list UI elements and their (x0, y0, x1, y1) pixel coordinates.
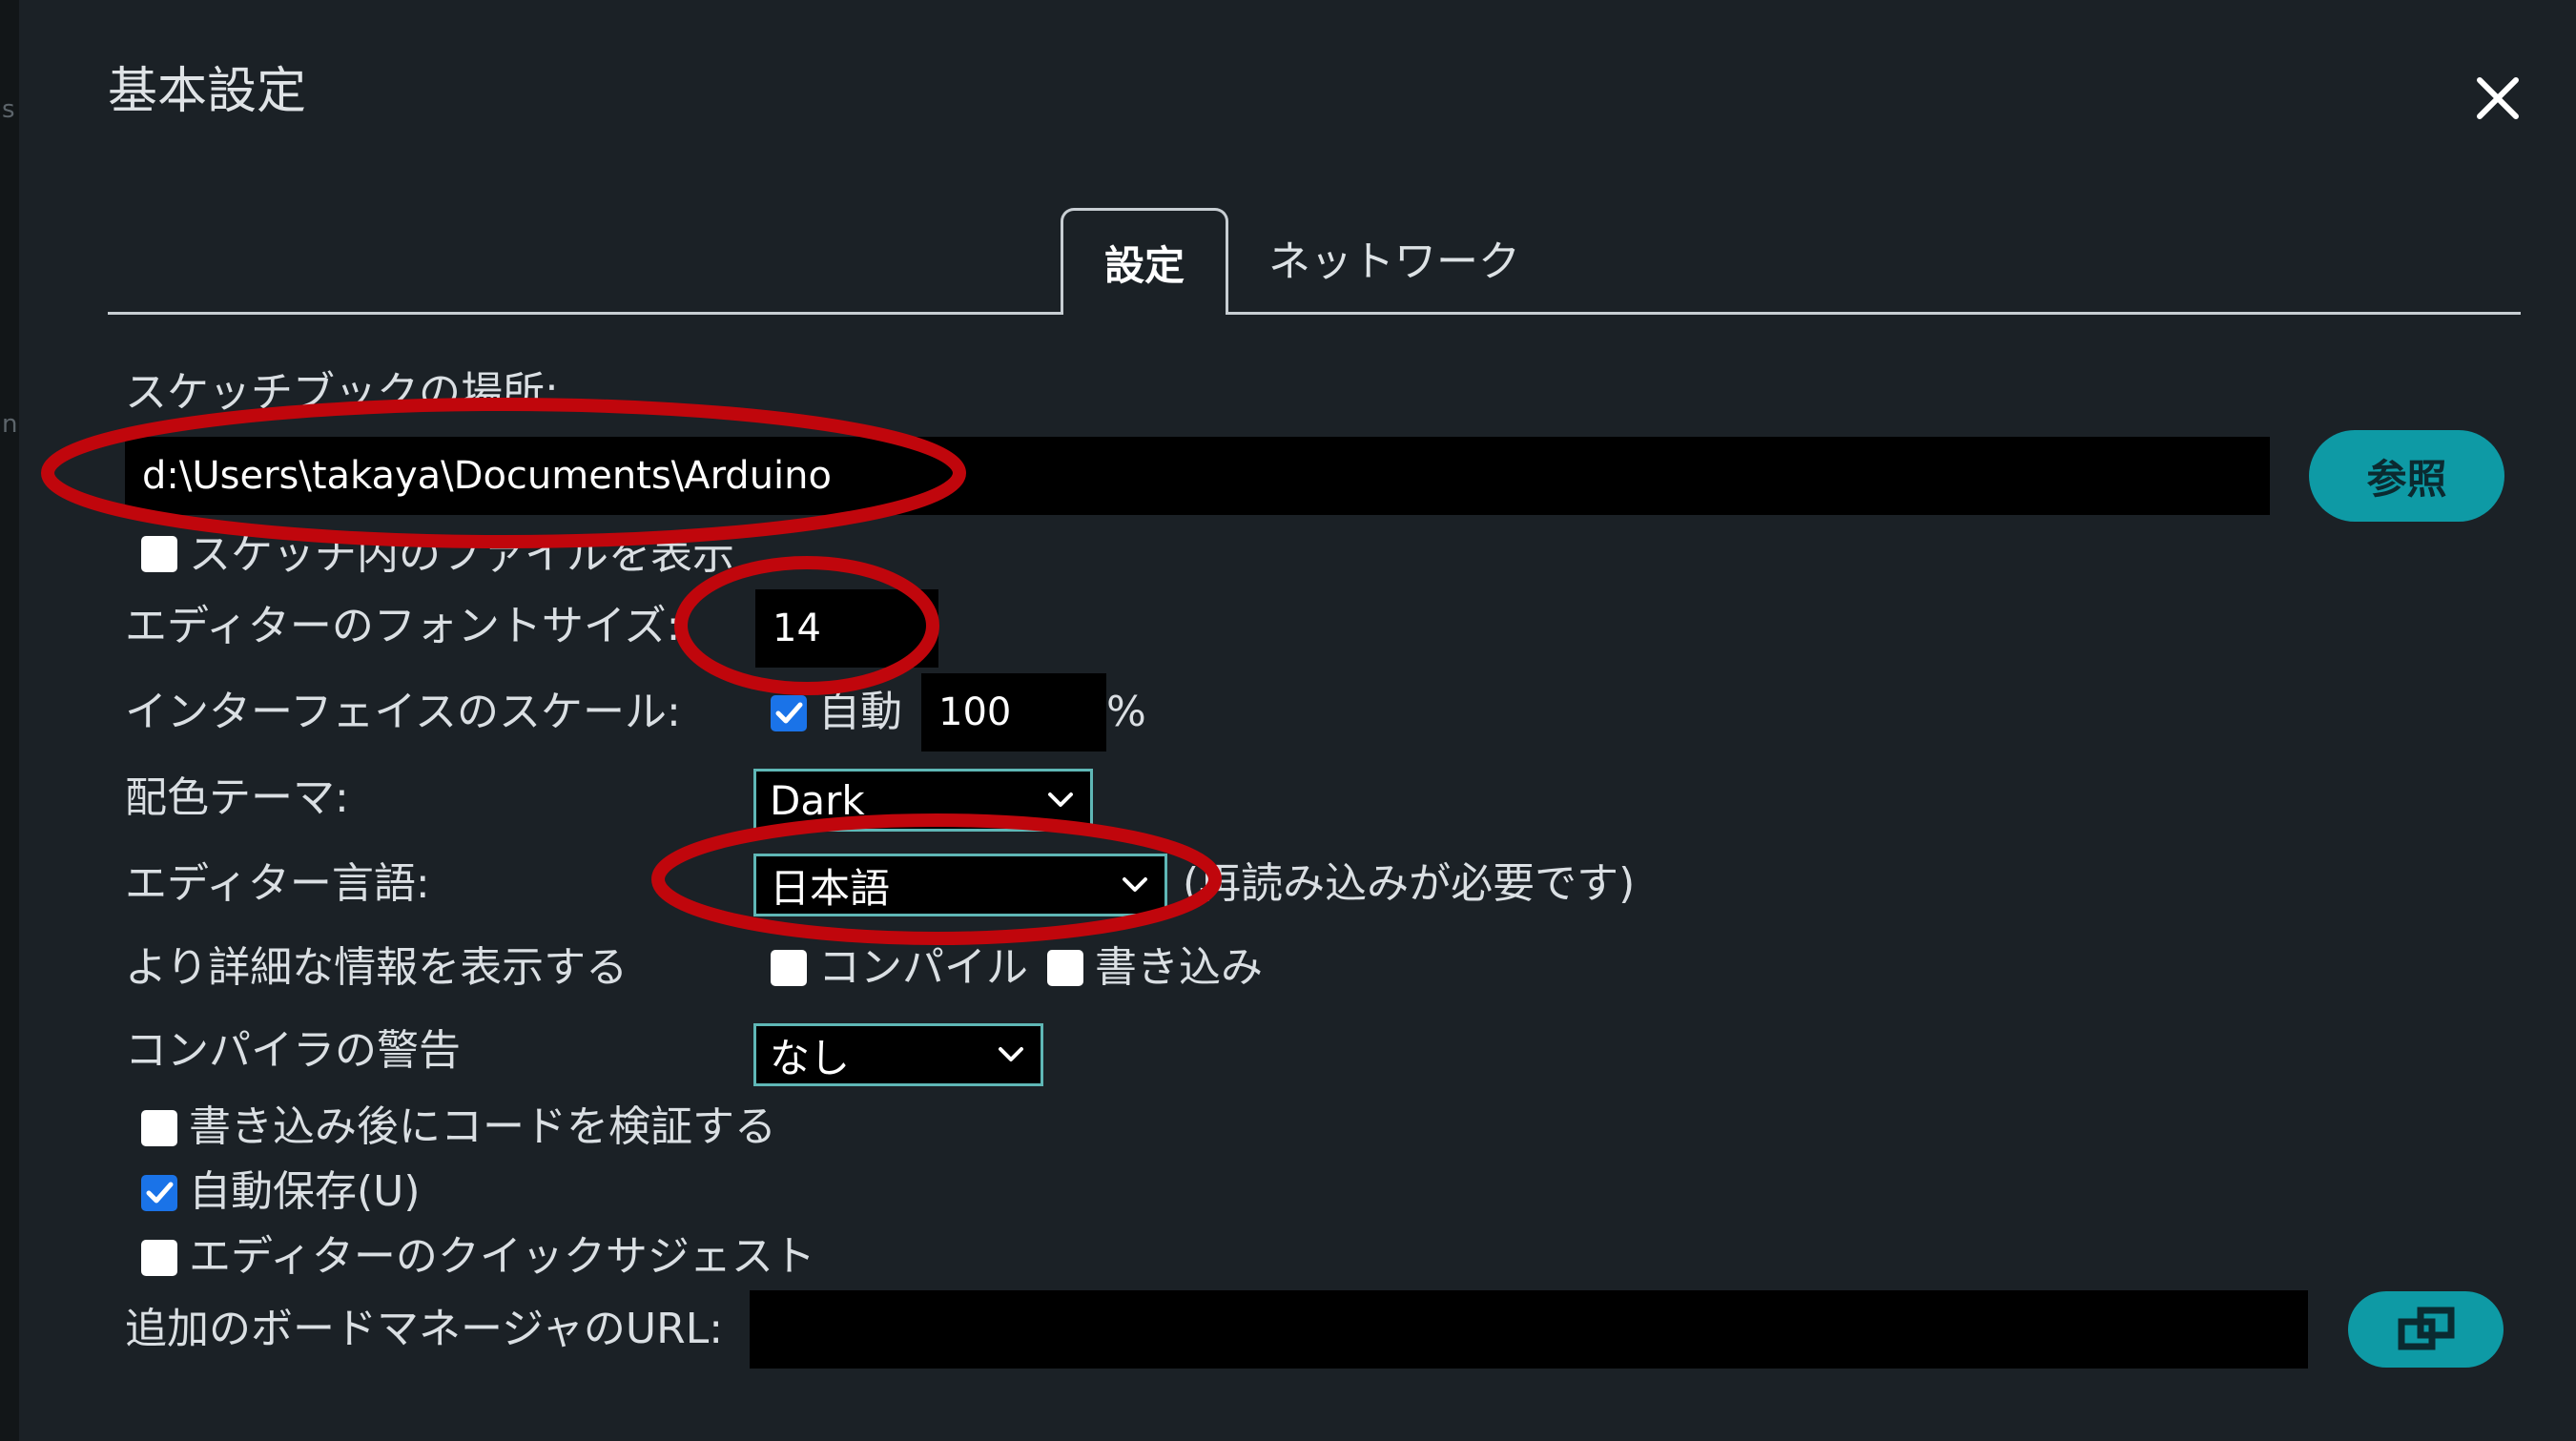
scale-unit: % (1106, 688, 1146, 736)
background-text: n (2, 410, 18, 439)
checkmark-icon (146, 1182, 174, 1204)
show-files-checkbox[interactable] (141, 536, 177, 572)
font-size-label: エディターのフォントサイズ: (125, 602, 681, 650)
chevron-down-icon (999, 1047, 1023, 1061)
open-window-icon (2398, 1307, 2454, 1350)
verbose-upload-checkbox[interactable] (1047, 950, 1083, 986)
quick-suggest-label: エディターのクイックサジェスト (189, 1232, 815, 1281)
dialog-title: 基本設定 (108, 63, 307, 120)
tab-divider (1228, 312, 2521, 315)
theme-label: 配色テーマ: (125, 773, 349, 822)
compiler-warnings-select[interactable]: なし (753, 1023, 1043, 1086)
background-text: s (2, 95, 15, 124)
verify-after-upload-checkbox[interactable] (141, 1110, 177, 1146)
compiler-warnings-label: コンパイラの警告 (125, 1026, 461, 1075)
quick-suggest-checkbox[interactable] (141, 1240, 177, 1276)
autosave-checkbox[interactable] (141, 1175, 177, 1211)
verify-after-upload-label: 書き込み後にコードを検証する (189, 1102, 776, 1151)
font-size-input[interactable]: 14 (755, 589, 938, 668)
theme-select-value: Dark (770, 776, 865, 824)
theme-select[interactable]: Dark (753, 769, 1093, 832)
close-icon[interactable] (2470, 71, 2525, 126)
scale-auto-checkbox[interactable] (771, 695, 807, 731)
browse-button[interactable]: 参照 (2309, 430, 2504, 522)
language-note: (再読み込みが必要です) (1183, 859, 1636, 908)
tab-divider (108, 312, 1063, 315)
checkmark-icon (775, 702, 803, 724)
verbose-compile-checkbox[interactable] (771, 950, 807, 986)
scale-auto-label: 自動 (818, 688, 902, 736)
board-manager-urls-label: 追加のボードマネージャのURL: (125, 1305, 724, 1353)
chevron-down-icon (1048, 793, 1073, 807)
tab-settings[interactable]: 設定 (1061, 208, 1228, 315)
interface-scale-label: インターフェイスのスケール: (125, 688, 681, 736)
scale-input[interactable]: 100 (921, 673, 1106, 751)
compiler-warnings-value: なし (770, 1034, 851, 1081)
show-files-label: スケッチ内のファイルを表示 (189, 530, 734, 579)
verbose-compile-label: コンパイル (818, 943, 1028, 992)
background-window-strip: s n (0, 0, 19, 1441)
sketchbook-location-label: スケッチブックの場所: (125, 368, 559, 417)
sketchbook-path-input[interactable]: d:\Users\takaya\Documents\Arduino (125, 437, 2270, 515)
verbose-upload-label: 書き込み (1095, 943, 1263, 992)
language-select-value: 日本語 (770, 864, 891, 912)
chevron-down-icon (1123, 877, 1147, 892)
autosave-label: 自動保存(U) (189, 1167, 421, 1216)
language-select[interactable]: 日本語 (753, 854, 1167, 916)
board-manager-urls-input[interactable] (750, 1290, 2308, 1369)
tab-network[interactable]: ネットワーク (1268, 234, 1520, 291)
editor-language-label: エディター言語: (125, 859, 430, 908)
verbose-output-label: より詳細な情報を表示する (125, 943, 629, 992)
open-urls-editor-button[interactable] (2348, 1291, 2504, 1368)
